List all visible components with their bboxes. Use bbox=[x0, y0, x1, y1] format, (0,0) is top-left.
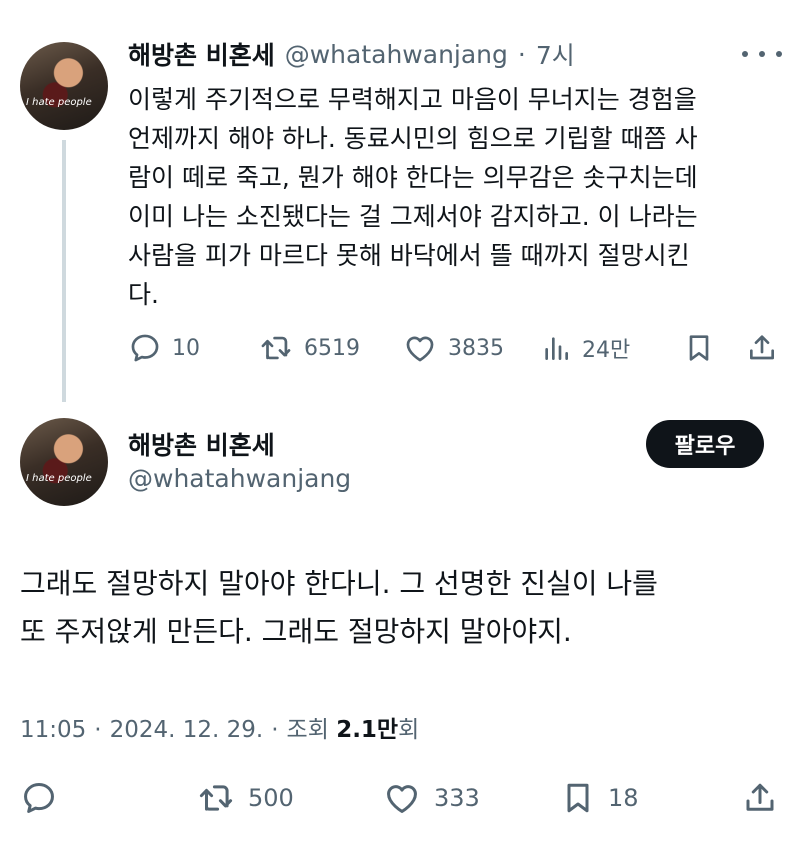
reply-icon bbox=[24, 783, 54, 813]
tweet1-header: 해방촌 비혼세 @whatahwanjang · 7시 bbox=[128, 34, 575, 74]
avatar[interactable]: I hate people bbox=[20, 418, 108, 506]
tweet-text: 이렇게 주기적으로 무력해지고 마음이 무너지는 경험을 언제까지 해야 하나.… bbox=[128, 85, 698, 309]
separator-dot: · bbox=[271, 717, 279, 743]
more-icon[interactable] bbox=[742, 40, 782, 68]
like-button[interactable]: 3835 bbox=[402, 326, 504, 370]
display-name[interactable]: 해방촌 비혼세 bbox=[128, 426, 275, 462]
bookmark-button[interactable] bbox=[683, 326, 715, 370]
bookmark-icon bbox=[567, 783, 589, 813]
tweet-time[interactable]: 11:05 bbox=[20, 717, 86, 743]
bookmark-count: 18 bbox=[608, 784, 639, 812]
handle[interactable]: @whatahwanjang bbox=[285, 40, 508, 69]
display-name[interactable]: 해방촌 비혼세 bbox=[128, 36, 275, 72]
views-count: 2.1만 bbox=[336, 717, 399, 743]
repost-count: 500 bbox=[248, 784, 294, 812]
like-count: 333 bbox=[434, 784, 480, 812]
tweet1-actions: 10 6519 3835 24만 bbox=[128, 326, 780, 370]
share-icon bbox=[746, 783, 774, 811]
avatar-caption: I hate people bbox=[26, 473, 92, 484]
like-button[interactable]: 333 bbox=[382, 775, 480, 821]
repost-icon bbox=[261, 336, 291, 360]
separator-dot: · bbox=[517, 39, 526, 69]
like-icon bbox=[387, 785, 417, 813]
tweet-date[interactable]: 2024. 12. 29. bbox=[110, 717, 264, 743]
reply-icon bbox=[131, 334, 159, 362]
tweet2-actions: 500 333 18 bbox=[20, 775, 780, 821]
views-icon bbox=[545, 337, 568, 360]
avatar[interactable]: I hate people bbox=[20, 42, 108, 130]
repost-count: 6519 bbox=[304, 335, 360, 361]
bookmark-button[interactable]: 18 bbox=[560, 775, 639, 821]
share-button[interactable] bbox=[742, 775, 778, 821]
reply-button[interactable] bbox=[20, 775, 58, 821]
handle[interactable]: @whatahwanjang bbox=[128, 464, 351, 493]
share-button[interactable] bbox=[746, 326, 778, 370]
reply-count: 10 bbox=[172, 335, 200, 361]
views-label: 조회 2.1만회 bbox=[286, 717, 420, 743]
timestamp[interactable]: 7시 bbox=[536, 36, 575, 72]
views-count: 24만 bbox=[582, 338, 631, 363]
share-icon bbox=[750, 335, 774, 360]
like-count: 3835 bbox=[448, 335, 504, 361]
reply-button[interactable]: 10 bbox=[128, 326, 200, 370]
like-icon bbox=[406, 336, 434, 362]
views-button[interactable]: 24만 bbox=[540, 326, 630, 370]
repost-icon bbox=[199, 785, 233, 811]
separator-dot: · bbox=[94, 717, 102, 743]
tweet-text: 그래도 절망하지 말아야 한다니. 그 선명한 진실이 나를 또 주저앉게 만든… bbox=[20, 567, 658, 648]
repost-button[interactable]: 6519 bbox=[258, 326, 360, 370]
bookmark-icon bbox=[689, 335, 709, 361]
repost-button[interactable]: 500 bbox=[196, 775, 294, 821]
thread-line bbox=[62, 140, 66, 402]
tweet-meta: 11:05 · 2024. 12. 29. · 조회 2.1만회 bbox=[20, 710, 419, 744]
follow-button[interactable]: 팔로우 bbox=[646, 420, 764, 468]
avatar-caption: I hate people bbox=[26, 97, 92, 108]
